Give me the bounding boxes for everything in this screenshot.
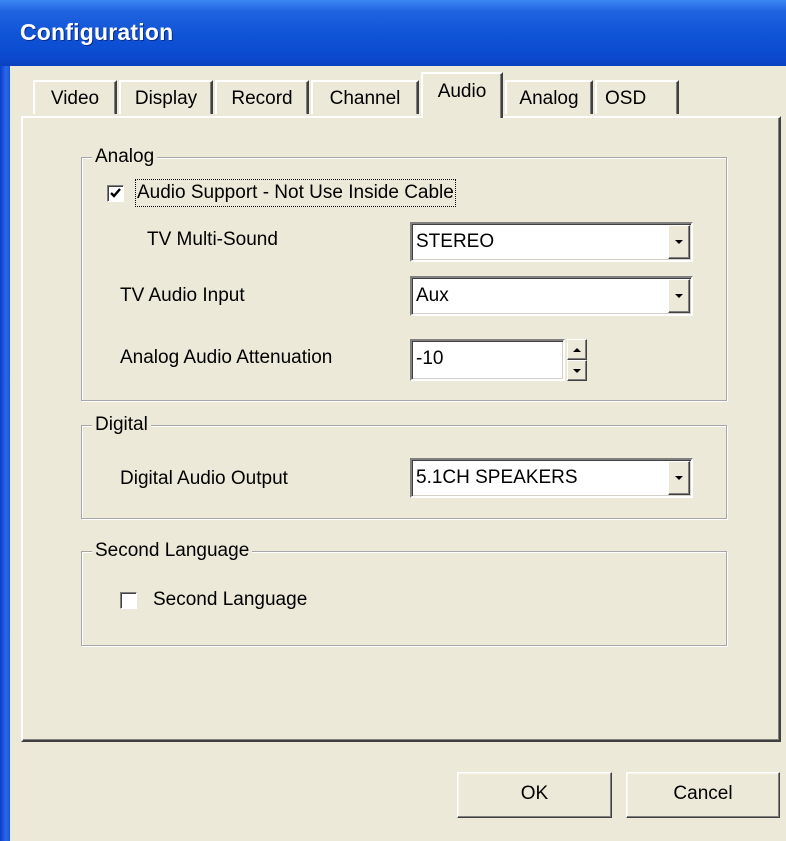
tv-multi-sound-label: TV Multi-Sound (147, 229, 278, 250)
spin-down-button[interactable] (567, 360, 587, 381)
tab-channel[interactable]: Channel (311, 80, 419, 114)
tv-multi-sound-combo[interactable]: STEREO (410, 222, 693, 262)
tab-audio[interactable]: Audio (421, 72, 503, 118)
arrow-down-icon (573, 368, 581, 373)
tab-label: Audio (437, 81, 487, 102)
tab-display[interactable]: Display (119, 80, 213, 114)
tab-analog[interactable]: Analog (505, 80, 593, 114)
input-value: -10 (416, 348, 444, 369)
tab-label: Analog (519, 88, 579, 109)
group-title: Analog (92, 145, 158, 169)
tab-osd[interactable]: OSD (595, 80, 679, 114)
tab-record[interactable]: Record (215, 80, 309, 114)
tab-label: Video (50, 88, 100, 109)
group-title: Second Language (92, 539, 253, 563)
second-language-checkbox[interactable] (120, 592, 137, 609)
second-language-label[interactable]: Second Language (153, 588, 307, 612)
chevron-down-icon (675, 476, 683, 480)
attenuation-input[interactable]: -10 (410, 339, 565, 381)
cancel-button[interactable]: Cancel (626, 772, 780, 818)
tab-label: Record (231, 88, 293, 109)
tab-video[interactable]: Video (33, 80, 117, 114)
dropdown-button[interactable] (668, 279, 690, 313)
group-title: Digital (92, 413, 151, 437)
window-title: Configuration (20, 19, 174, 45)
chevron-down-icon (675, 240, 683, 244)
audio-support-label[interactable]: Audio Support - Not Use Inside Cable (135, 179, 456, 207)
configuration-window: Configuration Video Display Record Chann… (0, 0, 786, 841)
spin-up-button[interactable] (567, 339, 587, 360)
check-icon (110, 188, 121, 198)
tab-label: OSD (605, 88, 647, 109)
attenuation-label: Analog Audio Attenuation (120, 347, 333, 368)
dropdown-button[interactable] (668, 461, 690, 495)
arrow-up-icon (573, 347, 581, 352)
audio-support-checkbox[interactable] (107, 185, 124, 202)
tv-audio-input-label: TV Audio Input (120, 285, 245, 306)
digital-audio-output-label: Digital Audio Output (120, 468, 288, 489)
chevron-down-icon (675, 294, 683, 298)
tab-label: Display (134, 88, 198, 109)
title-bar[interactable]: Configuration (0, 0, 786, 66)
combo-value: STEREO (416, 231, 495, 252)
tv-audio-input-combo[interactable]: Aux (410, 276, 693, 316)
dropdown-button[interactable] (668, 225, 690, 259)
tab-label: Channel (329, 88, 401, 109)
digital-audio-output-combo[interactable]: 5.1CH SPEAKERS (410, 458, 693, 498)
combo-value: Aux (416, 285, 449, 306)
combo-value: 5.1CH SPEAKERS (416, 467, 578, 488)
ok-button[interactable]: OK (457, 772, 612, 818)
window-frame-left (0, 0, 10, 841)
